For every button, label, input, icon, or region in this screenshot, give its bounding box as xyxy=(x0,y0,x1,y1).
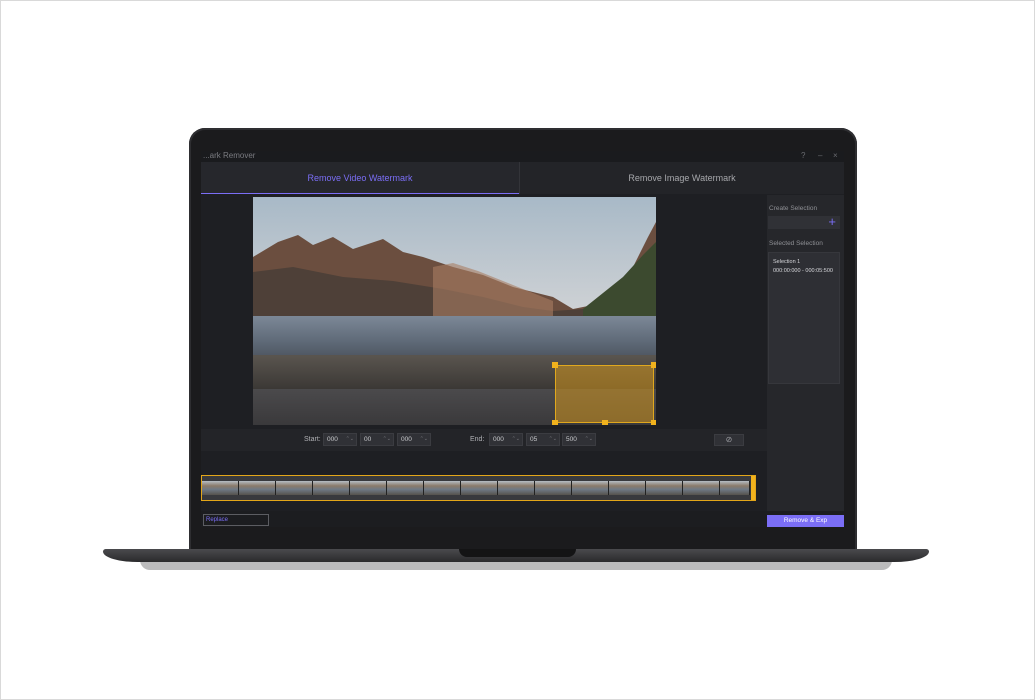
eye-slash-icon: ⊘ xyxy=(725,435,733,444)
start-hours-value: 000 xyxy=(327,436,338,443)
timeline-thumbnail xyxy=(683,481,720,495)
add-selection-button[interactable]: + xyxy=(768,214,840,229)
video-timeline[interactable] xyxy=(201,475,756,501)
resize-handle-top-right[interactable] xyxy=(651,362,656,368)
end-hours-stepper[interactable]: 000 ⌃⌄ xyxy=(489,433,523,446)
selection-list: Selection 1 000:00:000 - 000:05:500 xyxy=(768,252,840,384)
stepper-arrows-icon[interactable]: ⌃⌄ xyxy=(549,434,557,445)
timeline-thumbnail xyxy=(461,481,498,495)
timeline-thumbnail xyxy=(646,481,683,495)
timeline-thumbnail xyxy=(609,481,646,495)
end-seconds-value: 05 xyxy=(530,436,538,443)
replace-button[interactable]: Replace xyxy=(203,514,269,526)
end-ms-stepper[interactable]: 500 ⌃⌄ xyxy=(562,433,596,446)
selection-item-range[interactable]: 000:00:000 - 000:05:500 xyxy=(773,268,833,274)
timeline-thumbnail xyxy=(720,481,750,495)
timeline-thumbnail xyxy=(276,481,313,495)
create-selection-label: Create Selection xyxy=(769,205,818,212)
close-icon[interactable]: × xyxy=(833,151,838,160)
stepper-arrows-icon[interactable]: ⌃⌄ xyxy=(346,434,354,445)
resize-handle-bottom[interactable] xyxy=(602,420,608,425)
timeline-thumbnail xyxy=(535,481,572,495)
remove-and-export-button[interactable]: Remove & Exp xyxy=(767,515,844,527)
tab-divider xyxy=(519,162,520,194)
timeline-thumbnail xyxy=(313,481,350,495)
timeline-thumbnail xyxy=(387,481,424,495)
hide-selection-button[interactable]: ⊘ xyxy=(714,434,744,446)
plus-icon: + xyxy=(828,214,836,229)
end-seconds-stepper[interactable]: 05 ⌃⌄ xyxy=(526,433,560,446)
selection-item-name[interactable]: Selection 1 xyxy=(773,259,800,265)
video-preview[interactable] xyxy=(253,197,656,425)
resize-handle-bottom-right[interactable] xyxy=(651,420,656,425)
timeline-thumbnail xyxy=(350,481,387,495)
stepper-arrows-icon[interactable]: ⌃⌄ xyxy=(585,434,593,445)
timeline-end-handle[interactable] xyxy=(751,476,755,500)
stepper-arrows-icon[interactable]: ⌃⌄ xyxy=(420,434,428,445)
timeline-frames xyxy=(202,481,750,495)
stepper-arrows-icon[interactable]: ⌃⌄ xyxy=(512,434,520,445)
help-icon[interactable]: ? xyxy=(801,151,805,160)
start-label: Start: xyxy=(304,436,321,443)
end-ms-value: 500 xyxy=(566,436,577,443)
tab-remove-video-watermark[interactable]: Remove Video Watermark xyxy=(201,162,519,194)
timeline-thumbnail xyxy=(572,481,609,495)
resize-handle-top-left[interactable] xyxy=(552,362,558,368)
bottom-bar: Replace Remove & Exp xyxy=(201,511,844,527)
start-ms-stepper[interactable]: 000 ⌃⌄ xyxy=(397,433,431,446)
start-ms-value: 000 xyxy=(401,436,412,443)
watermark-selection-box[interactable] xyxy=(555,365,654,423)
timeline-thumbnail xyxy=(239,481,276,495)
timeline-thumbnail xyxy=(424,481,461,495)
selection-panel: Create Selection + Selected Selection Se… xyxy=(767,195,844,519)
tab-bar: Remove Video Watermark Remove Image Wate… xyxy=(201,162,844,194)
preview-water xyxy=(253,316,656,358)
tab-remove-image-watermark[interactable]: Remove Image Watermark xyxy=(520,162,844,194)
start-seconds-value: 00 xyxy=(364,436,372,443)
stepper-arrows-icon[interactable]: ⌃⌄ xyxy=(383,434,391,445)
start-seconds-stepper[interactable]: 00 ⌃⌄ xyxy=(360,433,394,446)
timeline-thumbnail xyxy=(202,481,239,495)
end-label: End: xyxy=(470,436,485,443)
app-title: ...ark Remover xyxy=(203,151,256,160)
selected-selection-label: Selected Selection xyxy=(769,240,823,247)
app-window: ...ark Remover ? – × Remove Video Waterm… xyxy=(201,151,844,527)
time-range-bar: Start: 000 ⌃⌄ 00 ⌃⌄ 000 ⌃⌄ End: 000 ⌃⌄ 05 ⌃⌄ … xyxy=(201,429,767,451)
title-bar: ...ark Remover ? – × xyxy=(201,151,844,162)
laptop-notch xyxy=(459,549,576,557)
timeline-thumbnail xyxy=(498,481,535,495)
resize-handle-bottom-left[interactable] xyxy=(552,420,558,425)
minimize-icon[interactable]: – xyxy=(818,151,822,160)
end-hours-value: 000 xyxy=(493,436,504,443)
start-hours-stepper[interactable]: 000 ⌃⌄ xyxy=(323,433,357,446)
